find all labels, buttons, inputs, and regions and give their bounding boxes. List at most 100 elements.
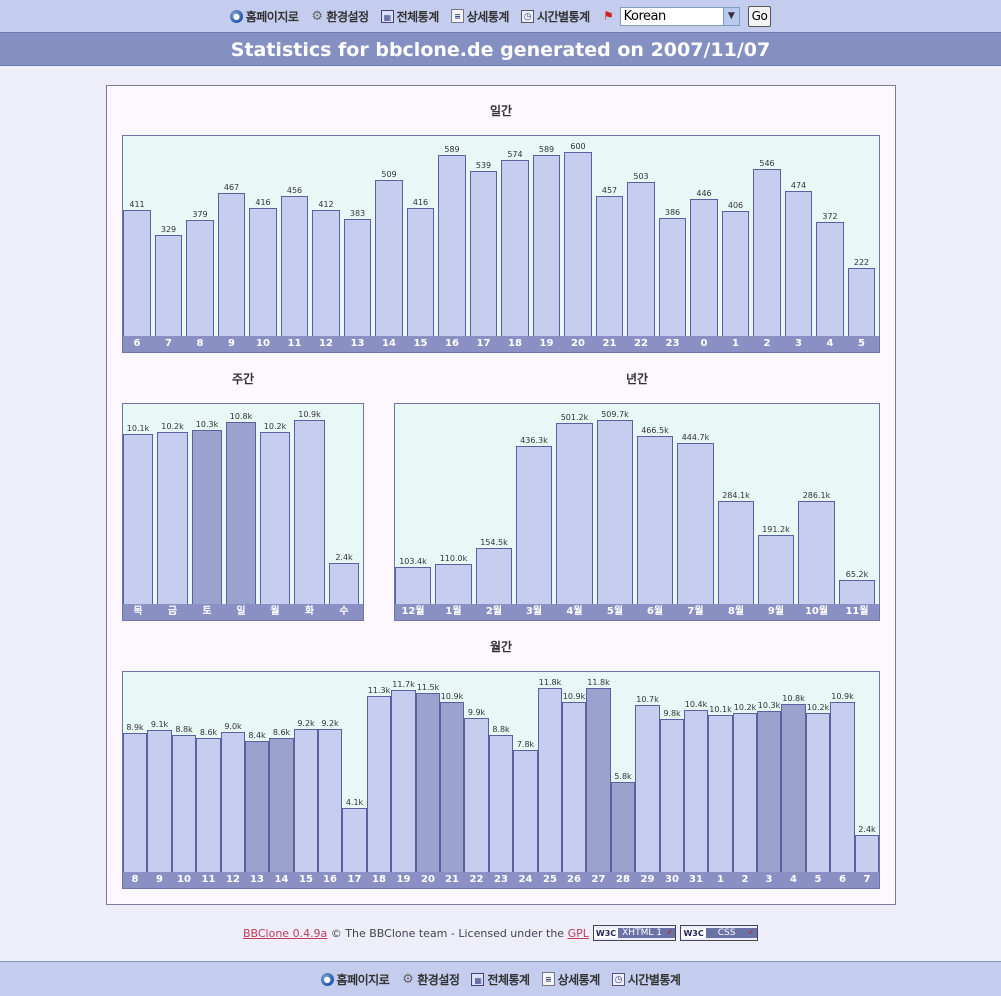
clock-icon: ◷: [520, 9, 534, 23]
bar: [489, 735, 513, 872]
bar: [677, 443, 714, 604]
data-label: 457: [601, 186, 618, 195]
bar: [660, 719, 684, 872]
nav-global[interactable]: ▦ 전체통계: [471, 971, 530, 988]
data-label: 589: [444, 145, 460, 154]
data-label: 2.4k: [858, 825, 876, 834]
tick-label: 22: [634, 338, 648, 349]
data-label: 444.7k: [681, 433, 710, 442]
bar: [690, 199, 718, 336]
bar: [562, 702, 586, 872]
nav-global[interactable]: ▦ 전체통계: [380, 8, 440, 25]
bar: [342, 808, 367, 872]
home-globe-icon: ●: [229, 9, 243, 23]
chevron-down-icon[interactable]: ▼: [722, 7, 739, 25]
bar: [155, 235, 182, 336]
bar: [556, 423, 593, 604]
nav-config[interactable]: ⚙ 환경설정: [401, 971, 460, 988]
bar: [440, 702, 464, 872]
tick-label: 수: [339, 606, 349, 617]
data-label: 9.0k: [224, 722, 242, 731]
bar: [757, 711, 781, 872]
tick-label: 18: [508, 338, 522, 349]
tick-label: 22: [469, 874, 484, 885]
tick-label: 화: [304, 606, 315, 617]
nav-global-label: 전체통계: [396, 9, 440, 24]
tick-label: 30: [665, 874, 679, 885]
data-label: 10.2k: [161, 422, 184, 431]
nav-home[interactable]: ● 홈페이지로: [229, 8, 299, 25]
tick-label: 7: [863, 874, 871, 885]
bar: [375, 180, 403, 336]
data-label: 10.8k: [782, 694, 805, 703]
data-label: 9.9k: [467, 708, 486, 717]
data-label: 411: [129, 200, 145, 209]
bar: [249, 208, 277, 336]
tick-label: 0: [700, 338, 708, 349]
bar: [312, 210, 340, 336]
bar: [260, 432, 290, 604]
go-button[interactable]: Go: [747, 5, 772, 27]
data-label: 8.9k: [126, 723, 144, 732]
bar: [157, 432, 188, 604]
data-label: 7.8k: [516, 740, 535, 749]
bar: [586, 688, 611, 872]
data-label: 456: [286, 186, 303, 195]
nav-time[interactable]: ◷ 시간별통계: [611, 971, 681, 988]
bar: [123, 434, 153, 604]
nav-detailed[interactable]: ≡ 상세통계: [541, 971, 600, 988]
bar: [123, 733, 147, 872]
tick-label: 2: [763, 338, 771, 349]
tick-label: 21: [445, 874, 459, 885]
bar: [611, 782, 635, 872]
data-label: 8.8k: [492, 725, 510, 734]
bar: [123, 210, 151, 336]
css-badge[interactable]: W3C CSS ✓: [680, 925, 759, 941]
data-label: 8.8k: [175, 725, 193, 734]
data-label: 11.8k: [587, 678, 610, 687]
data-label: 10.4k: [684, 700, 708, 709]
tick-label: 15: [413, 338, 428, 349]
data-label: 11.7k: [392, 680, 415, 689]
data-label: 9.2k: [321, 719, 339, 728]
gear-icon: ⚙: [311, 8, 323, 24]
language-select[interactable]: Korean ▼: [619, 6, 740, 26]
data-label: 10.2k: [733, 703, 757, 712]
tick-label: 6월: [646, 606, 664, 617]
nav-time-label: 시간별통계: [536, 9, 590, 24]
gpl-link[interactable]: GPL: [568, 927, 589, 940]
nav-detailed-label: 상세통계: [466, 9, 510, 24]
nav-time[interactable]: ◷ 시간별통계: [520, 8, 590, 25]
bar: [218, 193, 245, 336]
bar: [758, 535, 794, 604]
bar: [226, 422, 256, 604]
tick-label: 11월: [845, 606, 869, 617]
tick-label: 12: [319, 338, 333, 349]
bar: [718, 501, 754, 604]
nav-detailed[interactable]: ≡ 상세통계: [450, 8, 510, 25]
xhtml-badge[interactable]: W3C XHTML 1 ✓: [592, 925, 677, 941]
chart-title-yearly: 년간: [625, 372, 649, 386]
data-label: 386: [664, 208, 681, 217]
tick-label: 17: [347, 874, 362, 885]
bar: [513, 750, 538, 872]
document-icon: ≡: [450, 9, 464, 23]
data-label: 406: [727, 201, 744, 210]
data-label: 286.1k: [802, 491, 831, 500]
tick-label: 14: [382, 338, 396, 349]
nav-home[interactable]: ● 홈페이지로: [320, 971, 390, 988]
nav-home-label: 홈페이지로: [336, 972, 390, 987]
data-label: 154.5k: [480, 538, 508, 547]
bbclone-link[interactable]: BBClone 0.4.9a: [243, 927, 327, 940]
bar: [416, 693, 440, 872]
data-label: 191.2k: [762, 525, 790, 534]
tick-label: 3월: [525, 606, 543, 617]
stats-panel: 일간 411 6 329 7 379 8 467 9 416 10 456 11 412 12 383 13 5…: [106, 85, 896, 905]
nav-config[interactable]: ⚙ 환경설정: [310, 8, 369, 25]
data-label: 372: [822, 212, 838, 221]
data-label: 574: [507, 150, 523, 159]
data-label: 589: [538, 145, 555, 154]
bar: [435, 564, 472, 604]
checkmark-icon: ✓: [665, 928, 676, 938]
data-label: 501.2k: [560, 413, 589, 422]
